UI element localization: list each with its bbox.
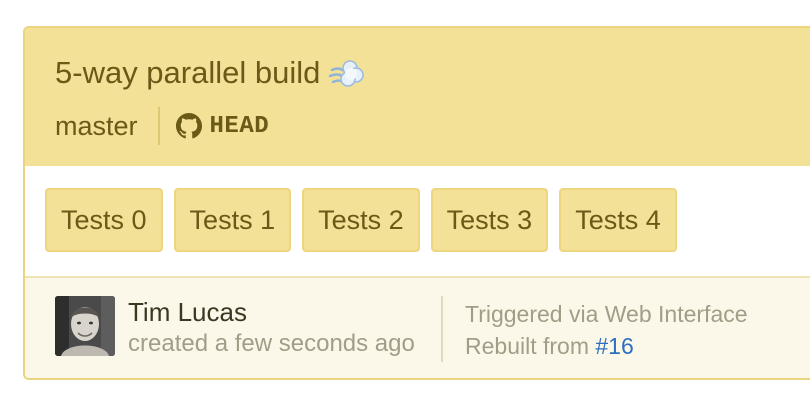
build-header: 5-way parallel build master HEAD xyxy=(25,28,810,168)
job-tests-3[interactable]: Tests 3 xyxy=(430,188,549,252)
build-footer: Tim Lucas created a few seconds ago Trig… xyxy=(25,278,810,378)
author-name[interactable]: Tim Lucas xyxy=(128,296,415,328)
job-tests-1[interactable]: Tests 1 xyxy=(173,188,292,252)
rebuilt-from: Rebuilt from #16 xyxy=(465,330,748,362)
rebuilt-prefix: Rebuilt from xyxy=(465,333,589,359)
author-info: Tim Lucas created a few seconds ago xyxy=(128,296,415,360)
jobs-list: Tests 0 Tests 1 Tests 2 Tests 3 Tests 4 xyxy=(45,188,688,252)
trigger-info: Triggered via Web Interface Rebuilt from… xyxy=(465,298,748,362)
trigger-source: Triggered via Web Interface xyxy=(465,301,748,327)
build-meta: master HEAD xyxy=(55,106,269,146)
dash-icon xyxy=(328,54,366,92)
job-tests-0[interactable]: Tests 0 xyxy=(45,188,163,252)
build-title-text: 5-way parallel build xyxy=(55,55,321,90)
avatar[interactable] xyxy=(55,296,115,356)
job-tests-4[interactable]: Tests 4 xyxy=(559,188,677,252)
build-title: 5-way parallel build xyxy=(55,54,366,92)
job-tests-2[interactable]: Tests 2 xyxy=(302,188,420,252)
commit-label: HEAD xyxy=(209,112,270,140)
github-icon xyxy=(175,113,202,139)
footer-divider xyxy=(441,296,443,362)
jobs-panel: Tests 0 Tests 1 Tests 2 Tests 3 Tests 4 xyxy=(25,166,810,278)
meta-divider xyxy=(157,107,160,145)
commit-ref[interactable]: HEAD xyxy=(175,112,270,140)
created-time: created a few seconds ago xyxy=(128,330,415,357)
branch-name[interactable]: master xyxy=(55,111,138,142)
rebuilt-build-link[interactable]: #16 xyxy=(595,333,633,359)
build-card: 5-way parallel build master HEAD Tests 0… xyxy=(23,26,810,380)
